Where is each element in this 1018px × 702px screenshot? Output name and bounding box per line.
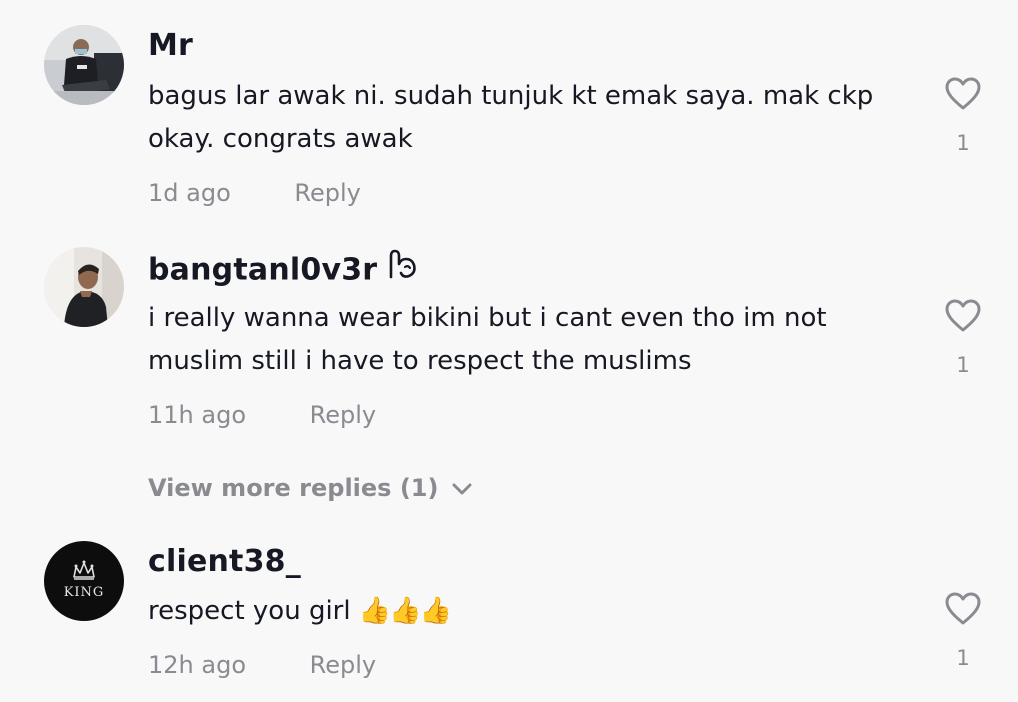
username[interactable]: client38_ (148, 544, 301, 579)
king-crown-logo-icon: KING (44, 541, 124, 621)
heart-icon[interactable] (945, 77, 981, 111)
username[interactable]: Mr (148, 28, 193, 63)
comment-text: i really wanna wear bikini but i cant ev… (148, 303, 827, 376)
timestamp: 1d ago (148, 179, 231, 207)
reply-button[interactable]: Reply (310, 401, 376, 429)
heart-icon[interactable] (945, 299, 981, 333)
avatar[interactable] (44, 247, 124, 327)
hand-gesture-emoji-icon (385, 247, 419, 289)
like-area: 1 (940, 77, 986, 155)
view-more-replies-button[interactable]: View more replies (1) (148, 474, 472, 503)
like-count: 1 (956, 353, 970, 377)
avatar[interactable] (44, 25, 124, 105)
comment-text: bagus lar awak ni. sudah tunjuk kt emak … (148, 81, 874, 154)
person-at-desk-photo-icon (44, 25, 124, 105)
timestamp: 11h ago (148, 401, 247, 429)
timestamp: 12h ago (148, 651, 247, 679)
thumbs-up-emoji: 👍👍👍 (358, 596, 452, 626)
avatar[interactable]: KING (44, 541, 124, 621)
comment-meta: 11h ago Reply (148, 401, 376, 429)
person-portrait-photo-icon (44, 247, 124, 327)
username[interactable]: bangtanl0v3r (148, 247, 419, 292)
comment-meta: 12h ago Reply (148, 651, 376, 679)
reply-button[interactable]: Reply (310, 651, 376, 679)
like-count: 1 (956, 131, 970, 155)
chevron-down-icon (452, 473, 472, 501)
like-count: 1 (956, 646, 970, 670)
comment-meta: 1d ago Reply (148, 179, 361, 207)
like-area: 1 (940, 299, 986, 377)
reply-button[interactable]: Reply (294, 179, 360, 207)
svg-text:KING: KING (64, 585, 105, 600)
comment-text: respect you girl 👍👍👍 (148, 596, 452, 626)
like-area: 1 (940, 592, 986, 670)
heart-icon[interactable] (945, 592, 981, 626)
